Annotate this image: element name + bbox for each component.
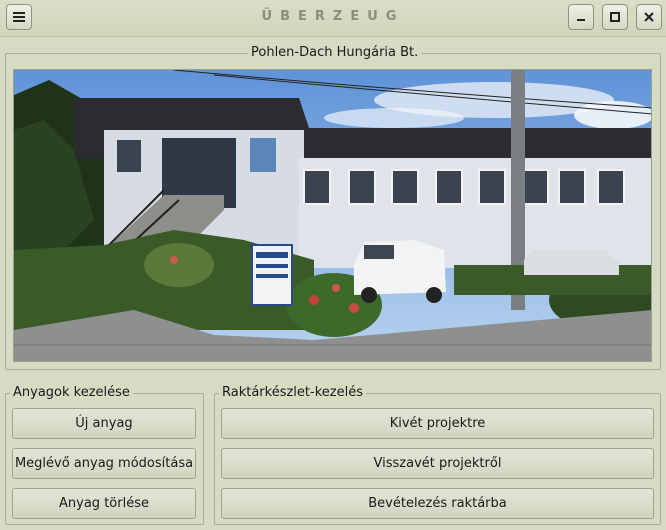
delete-material-button[interactable]: Anyag törlése (12, 488, 196, 519)
new-material-button[interactable]: Új anyag (12, 408, 196, 439)
photo-frame-label: Pohlen-Dach Hungária Bt. (248, 45, 422, 61)
receive-into-stock-button[interactable]: Bevételezés raktárba (221, 488, 654, 519)
issue-to-project-button[interactable]: Kivét projektre (221, 408, 654, 439)
materials-frame-label: Anyagok kezelése (10, 385, 133, 401)
minimize-icon[interactable] (568, 4, 594, 30)
window-title: ÜBERZEUG (261, 9, 405, 24)
return-from-project-button[interactable]: Visszavét projektről (221, 448, 654, 479)
building-illustration (14, 70, 651, 361)
company-building-photo (13, 69, 652, 362)
maximize-icon[interactable] (602, 4, 628, 30)
close-icon[interactable] (636, 4, 662, 30)
modify-material-button[interactable]: Meglévő anyag módosítása (12, 448, 196, 479)
inventory-frame-label: Raktárkészlet-kezelés (219, 385, 366, 401)
title-bar[interactable]: ÜBERZEUG (0, 0, 666, 37)
